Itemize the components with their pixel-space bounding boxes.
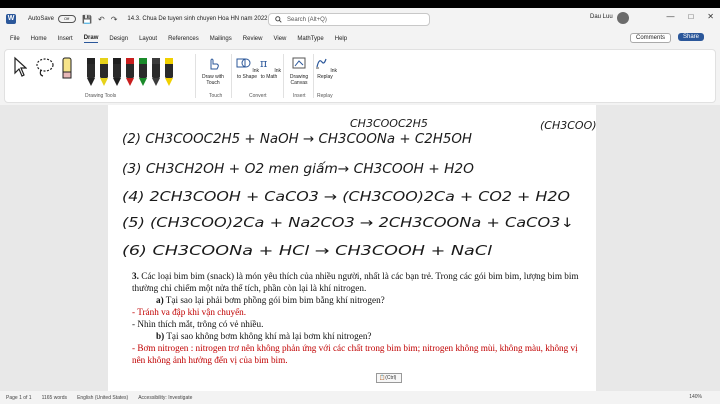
question-3a: a) Tại sao lại phải bơm phồng gói bim bi… bbox=[132, 295, 592, 307]
search-icon bbox=[275, 16, 282, 23]
tab-layout[interactable]: Layout bbox=[139, 36, 157, 42]
ink-line-4: (4) 2CH3COOH + CaCO3 → (CH3COO)2Ca + CO2… bbox=[122, 190, 570, 205]
ink-line-ester-top: CH3COOC2H5 bbox=[350, 117, 428, 130]
drawing-tools-group-label: Drawing Tools bbox=[85, 93, 117, 99]
minimize-button[interactable]: — bbox=[666, 12, 674, 21]
convert-group-label: Convert bbox=[249, 93, 267, 99]
question-3b: b) Tại sao không bơm không khí mà lại bơ… bbox=[132, 331, 592, 343]
question-3-text: Các loại bim bim (snack) là món yêu thíc… bbox=[132, 271, 579, 293]
search-placeholder: Search (Alt+Q) bbox=[287, 16, 327, 23]
ribbon-tabs: File Home Insert Draw Design Layout Refe… bbox=[0, 31, 720, 47]
eraser-icon[interactable] bbox=[61, 56, 73, 82]
answer-a-line-1: - Tránh va đập khi vận chuyển. bbox=[132, 307, 247, 317]
word-window: W AutoSave Off 💾 ↶ ↷ 14.3. Chua De tuyen… bbox=[0, 8, 720, 404]
document-area: CH3COOC2H5 (CH3COO)2Ca (2) CH3COOC2H5 + … bbox=[0, 105, 720, 391]
handwritten-ink: CH3COOC2H5 (CH3COO)2Ca (2) CH3COOC2H5 + … bbox=[122, 117, 596, 259]
drawing-canvas-icon bbox=[292, 57, 306, 69]
draw-with-touch-label: Draw with Touch bbox=[202, 74, 224, 86]
drawing-canvas-button[interactable]: Drawing Canvas bbox=[285, 56, 313, 86]
status-bar: Page 1 of 1 1165 words English (United S… bbox=[0, 391, 720, 404]
ink-line-2: (2) CH3COOC2H5 + NaOH → CH3COONa + C2H5O… bbox=[122, 132, 472, 147]
tab-insert[interactable]: Insert bbox=[58, 36, 73, 42]
svg-text:π: π bbox=[260, 57, 267, 70]
ink-to-shape-icon bbox=[236, 58, 251, 68]
language-indicator[interactable]: English (United States) bbox=[77, 395, 128, 401]
word-count[interactable]: 1165 words bbox=[42, 395, 67, 401]
pen-gallery[interactable] bbox=[83, 56, 179, 90]
ink-replay-icon bbox=[315, 58, 327, 69]
pen-4-icon[interactable] bbox=[126, 58, 134, 86]
ink-to-math-button[interactable]: π Ink to Math bbox=[255, 56, 283, 80]
insert-group-label: Insert bbox=[293, 93, 306, 99]
ribbon-separator bbox=[283, 54, 284, 98]
ink-line-calcium-acetate-top: (CH3COO)2Ca bbox=[540, 119, 596, 132]
search-box[interactable]: Search (Alt+Q) bbox=[268, 13, 430, 26]
autosave-label: AutoSave bbox=[28, 16, 55, 22]
touch-hand-icon bbox=[210, 58, 219, 70]
tab-review[interactable]: Review bbox=[243, 36, 263, 42]
avatar[interactable] bbox=[617, 12, 629, 24]
tab-draw[interactable]: Draw bbox=[83, 35, 99, 43]
window-controls: — □ ✕ bbox=[666, 12, 714, 21]
ribbon-separator bbox=[231, 54, 232, 98]
tab-mathtype[interactable]: MathType bbox=[297, 36, 323, 42]
question-3a-label: a) bbox=[156, 295, 164, 305]
tab-references[interactable]: References bbox=[168, 36, 199, 42]
question-3b-label: b) bbox=[156, 331, 165, 341]
pen-6-icon[interactable] bbox=[152, 58, 160, 86]
question-3-number: 3. bbox=[132, 271, 139, 281]
lasso-select-icon[interactable] bbox=[35, 56, 55, 78]
ink-line-3: (3) CH3CH2OH + O2 men giấm→ CH3COOH + H2… bbox=[122, 162, 474, 177]
ink-line-5: (5) (CH3COO)2Ca + Na2CO3 → 2CH3COONa + C… bbox=[122, 216, 574, 231]
undo-icon[interactable]: ↶ bbox=[98, 15, 105, 24]
close-button[interactable]: ✕ bbox=[707, 12, 714, 21]
maximize-button[interactable]: □ bbox=[688, 12, 693, 21]
autosave-toggle[interactable]: Off bbox=[58, 15, 77, 23]
tab-home[interactable]: Home bbox=[31, 36, 47, 42]
redo-icon[interactable]: ↷ bbox=[111, 15, 118, 24]
tab-mailings[interactable]: Mailings bbox=[210, 36, 232, 42]
pen-7-icon[interactable] bbox=[165, 58, 173, 86]
word-logo-icon: W bbox=[6, 14, 16, 24]
ink-to-math-icon: π bbox=[260, 57, 267, 70]
touch-group-label: Touch bbox=[209, 93, 223, 99]
document-title: 14.3. Chua De tuyen sinh chuyen Hoa HN n… bbox=[127, 16, 287, 22]
paste-options-button[interactable]: 📋 (Ctrl) bbox=[376, 373, 402, 383]
page-count[interactable]: Page 1 of 1 bbox=[6, 395, 32, 401]
zoom-level[interactable]: 140% bbox=[689, 394, 702, 400]
paste-options-label: (Ctrl) bbox=[385, 375, 397, 381]
tab-help[interactable]: Help bbox=[335, 36, 347, 42]
answer-b: - Bơm nitrogen : nitrogen trơ nên không … bbox=[132, 343, 578, 365]
ink-line-6: (6) CH3COONa + HCl → CH3COOH + NaCl bbox=[122, 244, 493, 259]
title-bar: W AutoSave Off 💾 ↶ ↷ 14.3. Chua De tuyen… bbox=[0, 8, 720, 30]
pen-5-icon[interactable] bbox=[139, 58, 147, 86]
save-icon[interactable]: 💾 bbox=[82, 15, 92, 24]
pen-1-icon[interactable] bbox=[87, 58, 95, 86]
tab-view[interactable]: View bbox=[273, 36, 286, 42]
draw-with-touch-button[interactable]: Draw with Touch bbox=[199, 56, 227, 86]
ink-replay-button[interactable]: Ink Replay bbox=[311, 56, 339, 80]
question-3a-text: Tại sao lại phải bơm phồng gói bim bim b… bbox=[165, 295, 385, 305]
draw-ribbon: Drawing Tools Draw with Touch Touch Ink … bbox=[4, 49, 716, 103]
ribbon-separator bbox=[195, 54, 196, 98]
pen-3-icon[interactable] bbox=[113, 58, 121, 86]
accessibility-status[interactable]: Accessibility: Investigate bbox=[138, 395, 192, 401]
document-page[interactable]: CH3COOC2H5 (CH3COO)2Ca (2) CH3COOC2H5 + … bbox=[108, 105, 596, 391]
tab-design[interactable]: Design bbox=[109, 36, 128, 42]
share-button[interactable]: Share bbox=[678, 33, 705, 41]
pen-2-icon[interactable] bbox=[100, 58, 108, 86]
replay-group-label: Replay bbox=[317, 93, 333, 99]
answer-a-line-2: - Nhìn thích mắt, trông có vẻ nhiều. bbox=[132, 319, 264, 329]
question-3: 3. Các loại bim bim (snack) là món yêu t… bbox=[132, 271, 592, 294]
user-name[interactable]: Dau Luu bbox=[590, 14, 613, 20]
drawing-canvas-label: Drawing Canvas bbox=[289, 74, 309, 86]
tab-file[interactable]: File bbox=[10, 36, 20, 42]
select-pointer-icon[interactable] bbox=[13, 56, 27, 78]
comments-button[interactable]: Comments bbox=[630, 33, 672, 43]
question-3b-text: Tại sao không bơm không khí mà lại bơm k… bbox=[166, 331, 372, 341]
